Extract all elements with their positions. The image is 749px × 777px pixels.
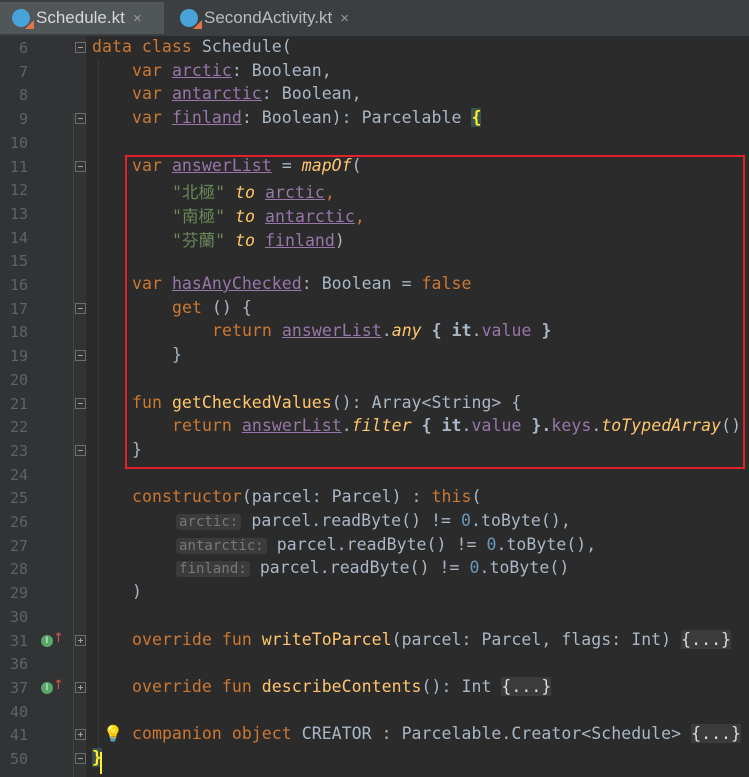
fold-toggle[interactable] bbox=[75, 42, 86, 53]
tab-label: SecondActivity.kt bbox=[204, 8, 333, 27]
line-number: 19 bbox=[9, 347, 28, 366]
kotlin-file-icon bbox=[180, 9, 202, 29]
fold-toggle[interactable] bbox=[75, 397, 86, 409]
matched-brace: { bbox=[471, 108, 482, 128]
code-line: 28 finland: parcel.readByte() != 0.toByt… bbox=[0, 557, 749, 581]
line-number: 21 bbox=[9, 394, 28, 413]
line-number: 23 bbox=[9, 441, 28, 460]
line-number: 10 bbox=[9, 133, 28, 152]
line-number: 37 bbox=[9, 678, 28, 697]
code-text: var arctic: Boolean, bbox=[132, 60, 332, 80]
code-text: var antarctic: Boolean, bbox=[132, 84, 362, 104]
line-number: 41 bbox=[9, 726, 28, 745]
fold-toggle[interactable] bbox=[75, 729, 86, 741]
parameter-hint: finland: bbox=[176, 561, 250, 578]
fold-toggle[interactable] bbox=[75, 113, 86, 125]
folded-region[interactable]: {...} bbox=[691, 724, 742, 744]
highlight-box bbox=[125, 155, 745, 469]
parameter-hint: antarctic: bbox=[176, 537, 267, 554]
line-number: 16 bbox=[9, 276, 28, 294]
line-number: 18 bbox=[9, 323, 28, 342]
line-number: 13 bbox=[9, 204, 28, 223]
code-line: 6 data class Schedule( bbox=[0, 36, 749, 60]
tab-secondactivity-kt[interactable]: SecondActivity.kt × bbox=[168, 2, 386, 34]
fold-toggle[interactable] bbox=[75, 350, 86, 362]
fold-toggle[interactable] bbox=[75, 634, 86, 646]
code-line: 37 I ↑ override fun describeContents(): … bbox=[0, 676, 749, 700]
line-number: 31 bbox=[9, 631, 28, 650]
code-line: 30 bbox=[0, 605, 749, 629]
line-number: 11 bbox=[9, 157, 28, 176]
tab-schedule-kt[interactable]: Schedule.kt × bbox=[0, 2, 164, 34]
line-number: 40 bbox=[9, 702, 28, 721]
code-text: antarctic: parcel.readByte() != 0.toByte… bbox=[176, 535, 596, 554]
code-text: ) bbox=[132, 582, 142, 602]
fold-toggle[interactable] bbox=[75, 681, 86, 693]
code-line: 10 bbox=[0, 131, 749, 155]
line-number: 7 bbox=[18, 62, 28, 81]
line-number: 12 bbox=[9, 181, 28, 200]
code-line: 27 antarctic: parcel.readByte() != 0.toB… bbox=[0, 534, 749, 558]
code-text: finland: parcel.readByte() != 0.toByte() bbox=[176, 558, 569, 578]
line-number: 24 bbox=[9, 465, 28, 484]
line-number: 27 bbox=[9, 536, 28, 555]
line-number: 9 bbox=[18, 110, 28, 129]
code-text: data class Schedule( bbox=[92, 37, 292, 56]
code-text: var finland: Boolean): Parcelable { bbox=[132, 108, 482, 128]
tab-label: Schedule.kt bbox=[36, 8, 125, 27]
kotlin-file-icon bbox=[12, 9, 34, 29]
code-text: constructor(parcel: Parcel) : this( bbox=[132, 487, 482, 507]
editor-tab-bar: Schedule.kt × SecondActivity.kt × bbox=[0, 0, 749, 37]
arrow-up-icon: ↑ bbox=[53, 677, 64, 693]
folded-region[interactable]: {...} bbox=[501, 676, 552, 696]
line-number: 36 bbox=[9, 655, 28, 674]
code-line: 26 arctic: parcel.readByte() != 0.toByte… bbox=[0, 510, 749, 534]
line-number: 29 bbox=[9, 584, 28, 603]
line-number: 17 bbox=[9, 299, 28, 318]
code-line: 36 bbox=[0, 652, 749, 676]
line-number: 14 bbox=[9, 228, 28, 247]
code-line: 29 ) bbox=[0, 581, 749, 605]
code-text: companion object CREATOR : Parcelable.Cr… bbox=[132, 724, 742, 744]
line-number: 30 bbox=[9, 607, 28, 626]
code-text: override fun writeToParcel(parcel: Parce… bbox=[132, 629, 732, 649]
line-number: 15 bbox=[9, 252, 28, 271]
line-number: 28 bbox=[9, 560, 28, 579]
line-number: 22 bbox=[9, 418, 28, 437]
folded-region[interactable]: {...} bbox=[681, 629, 732, 649]
code-text: arctic: parcel.readByte() != 0.toByte(), bbox=[176, 511, 571, 530]
override-indicator-icon[interactable]: I bbox=[41, 681, 53, 694]
line-number: 8 bbox=[18, 86, 28, 105]
override-indicator-icon[interactable]: I bbox=[41, 634, 53, 647]
fold-toggle[interactable] bbox=[75, 444, 86, 456]
code-editor[interactable]: 6 data class Schedule( 7 var arctic: Boo… bbox=[0, 36, 749, 777]
line-number: 25 bbox=[9, 489, 28, 508]
line-number: 26 bbox=[9, 513, 28, 531]
fold-toggle[interactable] bbox=[75, 160, 86, 172]
code-line: 8 var antarctic: Boolean, bbox=[0, 83, 749, 107]
line-number: 6 bbox=[18, 39, 28, 57]
code-line: 31 I ↑ override fun writeToParcel(parcel… bbox=[0, 629, 749, 653]
fold-toggle[interactable] bbox=[75, 753, 86, 764]
fold-toggle[interactable] bbox=[75, 302, 86, 314]
code-line: 25 constructor(parcel: Parcel) : this( bbox=[0, 486, 749, 510]
code-line: 7 var arctic: Boolean, bbox=[0, 60, 749, 84]
close-icon[interactable]: × bbox=[340, 10, 349, 27]
line-number: 50 bbox=[9, 750, 28, 768]
close-icon[interactable]: × bbox=[133, 10, 142, 27]
code-line: 9 var finland: Boolean): Parcelable { bbox=[0, 107, 749, 131]
arrow-up-icon: ↑ bbox=[53, 630, 64, 646]
line-number: 20 bbox=[9, 370, 28, 389]
text-caret bbox=[100, 752, 102, 774]
code-text: override fun describeContents(): Int {..… bbox=[132, 676, 552, 696]
code-line: 50 } bbox=[0, 747, 749, 771]
code-line: 40 bbox=[0, 700, 749, 724]
parameter-hint: arctic: bbox=[176, 514, 242, 530]
lightbulb-icon[interactable]: 💡 bbox=[103, 724, 123, 743]
